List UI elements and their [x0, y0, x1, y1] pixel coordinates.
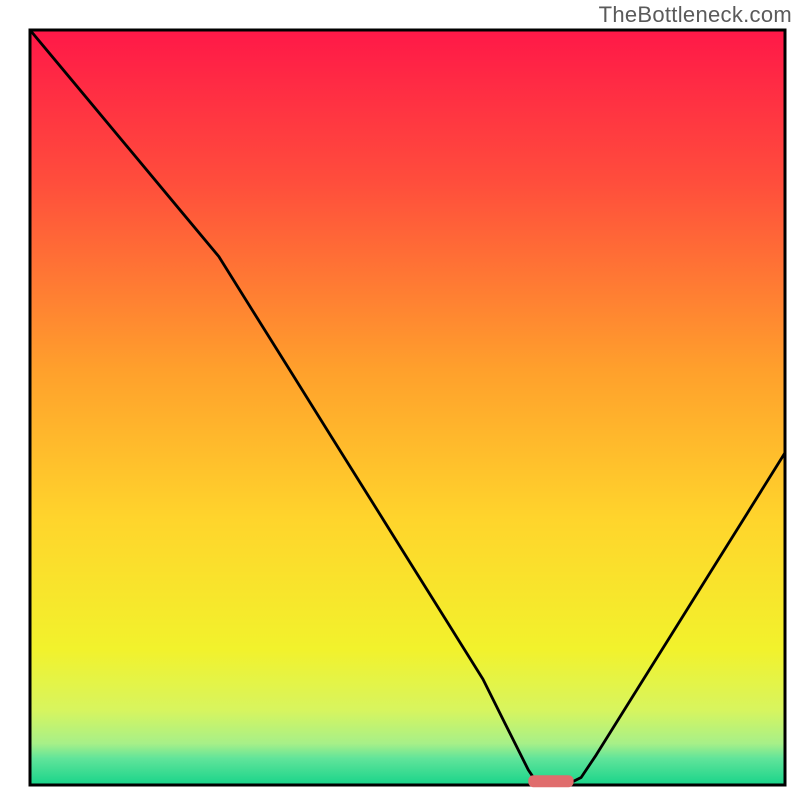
watermark-text: TheBottleneck.com	[599, 2, 792, 28]
bottleneck-chart	[0, 0, 800, 800]
chart-frame: TheBottleneck.com	[0, 0, 800, 800]
plot-background	[30, 30, 785, 785]
optimum-marker	[528, 775, 573, 787]
